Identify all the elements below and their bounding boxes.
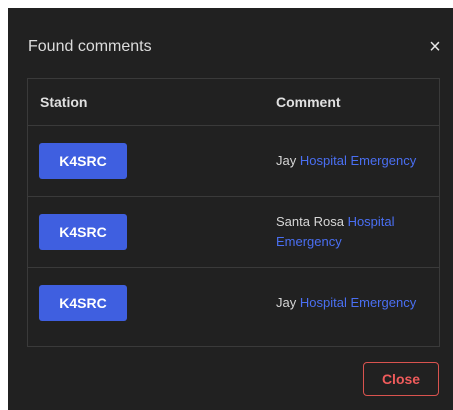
close-icon[interactable]: × bbox=[427, 37, 443, 57]
comment-highlight: Emergency bbox=[276, 233, 342, 249]
station-cell: K4SRC bbox=[28, 125, 268, 197]
comment-cell: Santa Rosa Hospital Emergency bbox=[268, 196, 439, 268]
comment-text: Santa Rosa bbox=[276, 213, 344, 229]
table-row: K4SRC Jay Hospital Emergency bbox=[28, 267, 439, 338]
station-button[interactable]: K4SRC bbox=[39, 284, 127, 321]
comment-cell: Jay Hospital Emergency bbox=[268, 267, 439, 338]
comment-text: Jay bbox=[276, 294, 297, 310]
table-row: K4SRC Jay Hospital Emergency bbox=[28, 125, 439, 197]
station-cell: K4SRC bbox=[28, 267, 268, 338]
table-header-row: Station Comment bbox=[28, 79, 439, 126]
comment-highlight: Hospital bbox=[299, 152, 347, 168]
modal-header: Found comments × bbox=[8, 8, 453, 78]
comments-table: Station Comment K4SRC Jay Hospital Emerg… bbox=[27, 78, 440, 347]
comment-cell: Jay Hospital Emergency bbox=[268, 125, 439, 197]
comment-highlight: Emergency bbox=[350, 152, 417, 168]
comment-highlight: Hospital bbox=[347, 213, 395, 229]
column-header-comment: Comment bbox=[268, 79, 439, 126]
comment-highlight: Hospital bbox=[299, 294, 347, 310]
column-header-station: Station bbox=[28, 79, 268, 126]
station-cell: K4SRC bbox=[28, 196, 268, 268]
found-comments-modal: Found comments × Station Comment K4SRC J… bbox=[8, 8, 453, 410]
station-button[interactable]: K4SRC bbox=[39, 213, 127, 250]
comment-text: Jay bbox=[276, 152, 297, 168]
modal-title: Found comments bbox=[28, 38, 152, 55]
station-button[interactable]: K4SRC bbox=[39, 142, 127, 179]
table-row: K4SRC Santa Rosa Hospital Emergency bbox=[28, 196, 439, 268]
comment-highlight: Emergency bbox=[350, 294, 417, 310]
close-button[interactable]: Close bbox=[363, 362, 439, 396]
